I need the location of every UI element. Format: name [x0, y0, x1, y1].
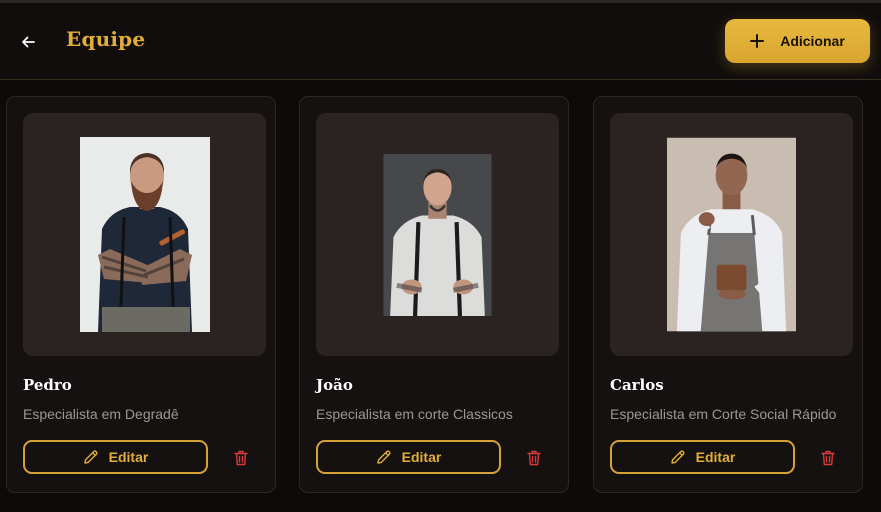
arrow-left-icon	[22, 36, 35, 48]
trash-icon	[527, 450, 541, 466]
plus-icon	[750, 34, 765, 48]
edit-button[interactable]: Editar	[316, 440, 501, 474]
member-role: Especialista em Corte Social Rápido	[610, 406, 837, 422]
member-photo	[667, 137, 796, 332]
page-title: Equipe	[66, 27, 146, 51]
pencil-icon	[670, 450, 685, 464]
member-name: Carlos	[610, 376, 664, 394]
edit-label: Editar	[695, 449, 736, 465]
member-photo	[383, 153, 492, 316]
delete-button[interactable]	[232, 449, 250, 467]
app-header: Equipe Adicionar	[0, 3, 881, 80]
edit-button[interactable]: Editar	[610, 440, 795, 474]
add-member-label: Adicionar	[780, 33, 845, 49]
pencil-icon	[83, 450, 98, 464]
delete-button[interactable]	[819, 449, 837, 467]
back-button[interactable]	[14, 30, 42, 54]
edit-button[interactable]: Editar	[23, 440, 208, 474]
trash-icon	[821, 450, 835, 466]
photo-frame	[316, 113, 559, 356]
edit-label: Editar	[401, 449, 442, 465]
edit-label: Editar	[108, 449, 149, 465]
member-name: João	[316, 376, 353, 394]
member-role: Especialista em Degradê	[23, 406, 179, 422]
trash-icon	[234, 450, 248, 466]
photo-frame	[23, 113, 266, 356]
pencil-icon	[376, 450, 391, 464]
member-role: Especialista em corte Classicos	[316, 406, 513, 422]
add-member-button[interactable]: Adicionar	[725, 19, 870, 63]
member-name: Pedro	[23, 376, 72, 394]
member-photo	[79, 137, 210, 332]
team-card: João Especialista em corte Classicos Edi…	[299, 96, 569, 493]
delete-button[interactable]	[525, 449, 543, 467]
team-card: Carlos Especialista em Corte Social Rápi…	[593, 96, 863, 493]
team-card: Pedro Especialista em Degradê Editar	[6, 96, 276, 493]
photo-frame	[610, 113, 853, 356]
